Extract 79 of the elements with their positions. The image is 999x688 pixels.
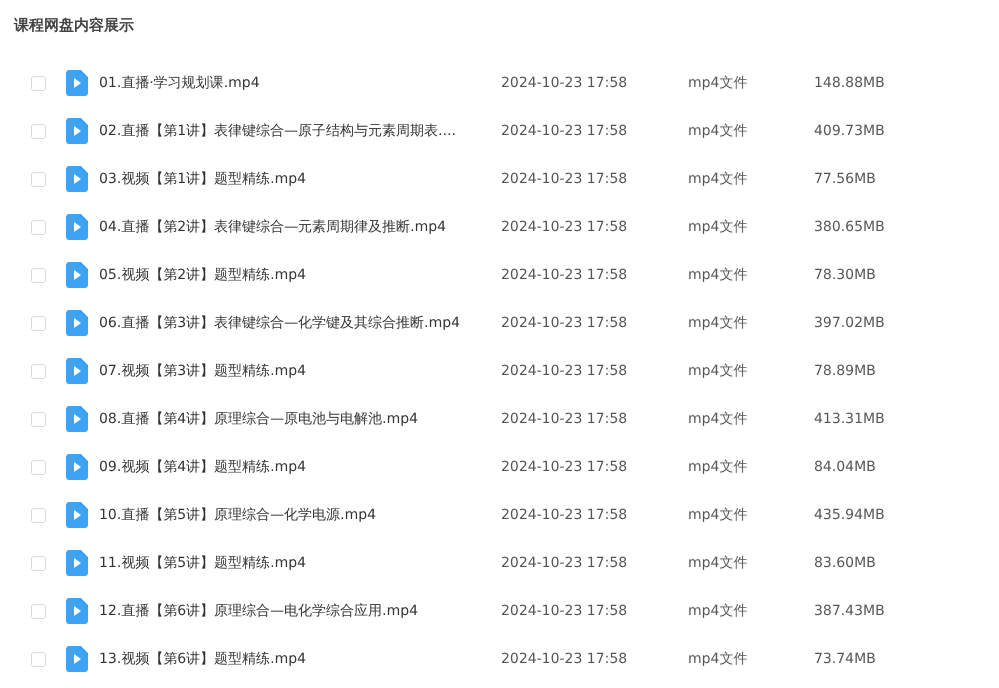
- file-date: 2024-10-23 17:58: [501, 411, 628, 427]
- checkbox[interactable]: [31, 460, 46, 474]
- file-date: 2024-10-23 17:58: [501, 651, 628, 667]
- video-file-icon: [66, 550, 88, 576]
- file-size: 84.04MB: [814, 459, 877, 475]
- file-size: 73.74MB: [814, 651, 877, 667]
- file-name[interactable]: 06.直播【第3讲】表律键综合—化学键及其综合推断.mp4: [99, 314, 501, 332]
- file-date: 2024-10-23 17:58: [501, 555, 628, 571]
- video-file-icon: [66, 502, 88, 528]
- checkbox[interactable]: [31, 124, 46, 138]
- file-size: 380.65MB: [814, 219, 886, 235]
- file-name[interactable]: 04.直播【第2讲】表律键综合—元素周期律及推断.mp4: [99, 218, 501, 236]
- file-name[interactable]: 09.视频【第4讲】题型精练.mp4: [99, 458, 501, 476]
- file-name[interactable]: 02.直播【第1讲】表律键综合—原子结构与元素周期表....: [99, 122, 501, 140]
- file-date: 2024-10-23 17:58: [501, 123, 628, 139]
- file-size: 409.73MB: [814, 123, 886, 139]
- checkbox[interactable]: [31, 364, 46, 378]
- file-size: 78.89MB: [814, 363, 877, 379]
- checkbox[interactable]: [31, 268, 46, 282]
- file-type: mp4文件: [688, 74, 748, 92]
- file-type: mp4文件: [688, 458, 748, 476]
- file-type: mp4文件: [688, 554, 748, 572]
- file-name[interactable]: 08.直播【第4讲】原理综合—原电池与电解池.mp4: [99, 410, 501, 428]
- video-file-icon: [66, 70, 88, 96]
- file-name[interactable]: 05.视频【第2讲】题型精练.mp4: [99, 266, 501, 284]
- section-title: 课程网盘内容展示: [14, 16, 135, 35]
- video-file-icon: [66, 166, 88, 192]
- file-date: 2024-10-23 17:58: [501, 171, 628, 187]
- file-name[interactable]: 13.视频【第6讲】题型精练.mp4: [99, 650, 501, 668]
- video-file-icon: [66, 358, 88, 384]
- checkbox[interactable]: [31, 76, 46, 90]
- file-date: 2024-10-23 17:58: [501, 507, 628, 523]
- checkbox[interactable]: [31, 652, 46, 666]
- file-name[interactable]: 11.视频【第5讲】题型精练.mp4: [99, 554, 501, 572]
- file-type: mp4文件: [688, 410, 748, 428]
- video-file-icon: [66, 598, 88, 624]
- file-size: 77.56MB: [814, 171, 877, 187]
- file-name[interactable]: 07.视频【第3讲】题型精练.mp4: [99, 362, 501, 380]
- file-date: 2024-10-23 17:58: [501, 459, 628, 475]
- file-type: mp4文件: [688, 314, 748, 332]
- file-size: 435.94MB: [814, 507, 886, 523]
- file-type: mp4文件: [688, 122, 748, 140]
- video-file-icon: [66, 454, 88, 480]
- file-size: 83.60MB: [814, 555, 877, 571]
- file-type: mp4文件: [688, 506, 748, 524]
- file-date: 2024-10-23 17:58: [501, 603, 628, 619]
- file-date: 2024-10-23 17:58: [501, 75, 628, 91]
- video-file-icon: [66, 646, 88, 672]
- file-date: 2024-10-23 17:58: [501, 267, 628, 283]
- file-name[interactable]: 12.直播【第6讲】原理综合—电化学综合应用.mp4: [99, 602, 501, 620]
- file-type: mp4文件: [688, 602, 748, 620]
- file-date: 2024-10-23 17:58: [501, 219, 628, 235]
- checkbox[interactable]: [31, 556, 46, 570]
- checkbox[interactable]: [31, 412, 46, 426]
- file-size: 148.88MB: [814, 75, 886, 91]
- file-type: mp4文件: [688, 362, 748, 380]
- file-date: 2024-10-23 17:58: [501, 363, 628, 379]
- video-file-icon: [66, 214, 88, 240]
- file-type: mp4文件: [688, 170, 748, 188]
- file-date: 2024-10-23 17:58: [501, 315, 628, 331]
- video-file-icon: [66, 310, 88, 336]
- checkbox[interactable]: [31, 508, 46, 522]
- file-name[interactable]: 10.直播【第5讲】原理综合—化学电源.mp4: [99, 506, 501, 524]
- checkbox[interactable]: [31, 220, 46, 234]
- file-size: 78.30MB: [814, 267, 877, 283]
- video-file-icon: [66, 118, 88, 144]
- file-size: 413.31MB: [814, 411, 886, 427]
- file-name[interactable]: 03.视频【第1讲】题型精练.mp4: [99, 170, 501, 188]
- checkbox[interactable]: [31, 172, 46, 186]
- video-file-icon: [66, 262, 88, 288]
- file-size: 397.02MB: [814, 315, 886, 331]
- file-type: mp4文件: [688, 266, 748, 284]
- file-name[interactable]: 01.直播·学习规划课.mp4: [99, 74, 501, 92]
- checkbox[interactable]: [31, 604, 46, 618]
- video-file-icon: [66, 406, 88, 432]
- checkbox[interactable]: [31, 316, 46, 330]
- file-type: mp4文件: [688, 650, 748, 668]
- file-size: 387.43MB: [814, 603, 886, 619]
- file-type: mp4文件: [688, 218, 748, 236]
